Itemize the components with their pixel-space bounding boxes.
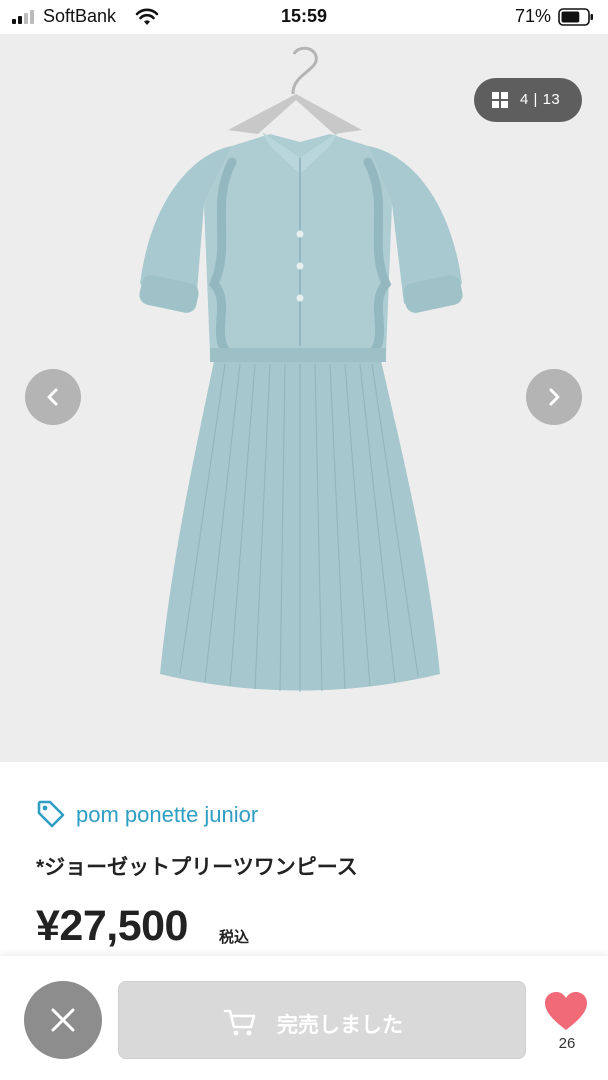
battery-percentage: 71%	[514, 6, 551, 26]
close-button[interactable]	[24, 981, 102, 1059]
next-image-button[interactable]	[526, 369, 582, 425]
battery-icon	[558, 8, 593, 26]
product-photo	[139, 46, 463, 692]
cart-icon	[223, 1009, 256, 1036]
status-bar: SoftBank 15:59 71%	[0, 0, 608, 34]
sold-out-button[interactable]: 完売しました	[118, 981, 526, 1059]
gallery-counter-text: 4 | 13	[520, 91, 561, 108]
product-price: ¥27,500	[36, 902, 188, 950]
like-button[interactable]: 26	[540, 990, 594, 1054]
product-title: *ジョーゼットプリーツワンピース	[36, 856, 358, 879]
tag-icon	[37, 800, 65, 828]
grid-icon	[492, 92, 508, 108]
chevron-left-icon	[47, 388, 58, 406]
tax-included-label: 税込	[219, 929, 250, 946]
brand-name[interactable]: pom ponette junior	[76, 802, 258, 828]
gallery-counter[interactable]: 4 | 13	[474, 78, 582, 122]
close-icon	[51, 1008, 75, 1032]
product-image-gallery[interactable]: 4 | 13	[0, 34, 608, 762]
bottom-action-bar: 完売しました 26	[0, 956, 608, 1080]
previous-image-button[interactable]	[25, 369, 81, 425]
like-count: 26	[558, 1035, 576, 1052]
chevron-right-icon	[549, 388, 560, 406]
sold-out-label: 完売しました	[277, 1014, 403, 1037]
heart-icon	[545, 992, 587, 1030]
